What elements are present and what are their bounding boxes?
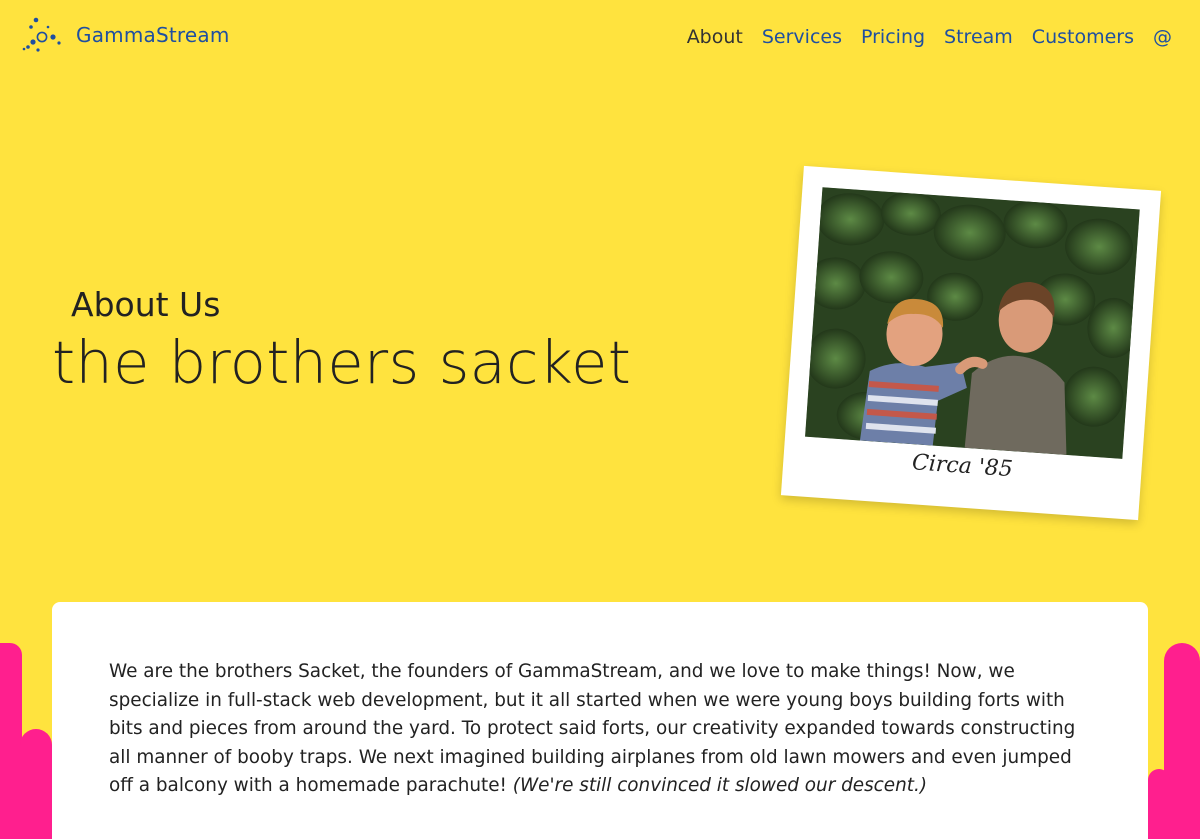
- molecule-dots-icon: [22, 17, 61, 52]
- nav-about[interactable]: About: [687, 26, 743, 48]
- pink-drip-decoration: [20, 729, 52, 839]
- hero-eyebrow: About Us: [71, 285, 221, 324]
- polaroid-photo-frame: Circa '85: [780, 165, 1162, 521]
- nav-stream[interactable]: Stream: [944, 26, 1013, 48]
- site-header: GammaStream About Services Pricing Strea…: [0, 0, 1200, 78]
- brand-name: GammaStream: [76, 23, 230, 47]
- nav-customers[interactable]: Customers: [1032, 26, 1134, 48]
- pink-drip-decoration: [1148, 769, 1170, 839]
- brand-logo-link[interactable]: GammaStream: [22, 16, 230, 54]
- nav-services[interactable]: Services: [762, 26, 842, 48]
- page-title: the brothers sacket: [52, 328, 632, 397]
- about-paragraph: We are the brothers Sacket, the founders…: [109, 658, 1092, 801]
- nav-contact-at[interactable]: @: [1153, 26, 1172, 48]
- about-content-card: We are the brothers Sacket, the founders…: [52, 602, 1148, 839]
- about-aside-text: (We're still convinced it slowed our des…: [512, 775, 927, 796]
- nav-pricing[interactable]: Pricing: [861, 26, 925, 48]
- childhood-photo: [805, 187, 1140, 459]
- main-nav: About Services Pricing Stream Customers …: [687, 26, 1172, 48]
